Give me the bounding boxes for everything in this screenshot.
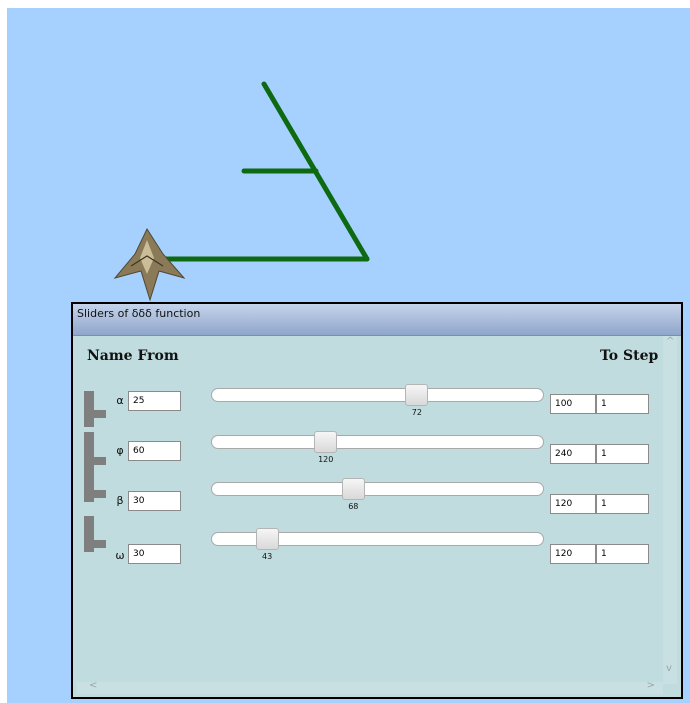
turtle-icon[interactable] xyxy=(113,227,186,302)
drag-handle-icon[interactable] xyxy=(84,516,106,554)
scroll-up-arrow-icon[interactable]: ^ xyxy=(666,336,674,347)
slider-thumb[interactable] xyxy=(341,478,365,500)
slider-thumb[interactable] xyxy=(255,528,279,550)
header-to-step: To Step xyxy=(600,348,659,364)
scroll-left-arrow-icon[interactable]: < xyxy=(89,680,97,691)
drag-handle-icon[interactable] xyxy=(84,432,106,470)
slider-row: α 72 xyxy=(73,384,653,429)
step-input[interactable] xyxy=(596,394,649,414)
slider-value: 120 xyxy=(318,455,334,464)
slider-thumb[interactable] xyxy=(314,431,338,453)
slider-value: 68 xyxy=(348,502,359,511)
slider-thumb[interactable] xyxy=(405,384,429,406)
variable-name: β xyxy=(116,494,124,507)
vertical-scrollbar[interactable]: ^ v xyxy=(663,336,677,684)
scroll-down-arrow-icon[interactable]: v xyxy=(666,663,672,674)
slider-track[interactable] xyxy=(211,435,544,449)
drawn-figure xyxy=(149,81,370,262)
slider-value: 72 xyxy=(411,408,422,417)
slider-track[interactable] xyxy=(211,388,544,402)
from-input[interactable] xyxy=(128,441,181,461)
scroll-right-arrow-icon[interactable]: > xyxy=(647,680,655,691)
drag-handle-icon[interactable] xyxy=(84,391,106,429)
slider-row: β 68 xyxy=(73,466,653,528)
slider-row: φ 120 xyxy=(73,431,653,478)
sliders-panel: Sliders of δδδ function Name From To Ste… xyxy=(71,302,683,699)
to-input[interactable] xyxy=(550,494,596,514)
from-input[interactable] xyxy=(128,544,181,564)
slider-track[interactable] xyxy=(211,482,544,496)
panel-body: Name From To Step α 72 φ 120 β xyxy=(73,336,681,697)
step-input[interactable] xyxy=(596,544,649,564)
to-input[interactable] xyxy=(550,544,596,564)
header-name-from: Name From xyxy=(87,348,179,364)
drag-handle-icon[interactable] xyxy=(84,466,106,504)
horizontal-scrollbar[interactable]: < > xyxy=(77,680,663,694)
from-input[interactable] xyxy=(128,391,181,411)
variable-name: α xyxy=(116,394,124,407)
to-input[interactable] xyxy=(550,444,596,464)
slider-row: ω 43 xyxy=(73,516,653,578)
variable-name: ω xyxy=(115,549,125,562)
step-input[interactable] xyxy=(596,494,649,514)
panel-title[interactable]: Sliders of δδδ function xyxy=(73,304,681,336)
from-input[interactable] xyxy=(128,491,181,511)
variable-name: φ xyxy=(116,444,124,457)
to-input[interactable] xyxy=(550,394,596,414)
slider-value: 43 xyxy=(262,552,273,561)
step-input[interactable] xyxy=(596,444,649,464)
